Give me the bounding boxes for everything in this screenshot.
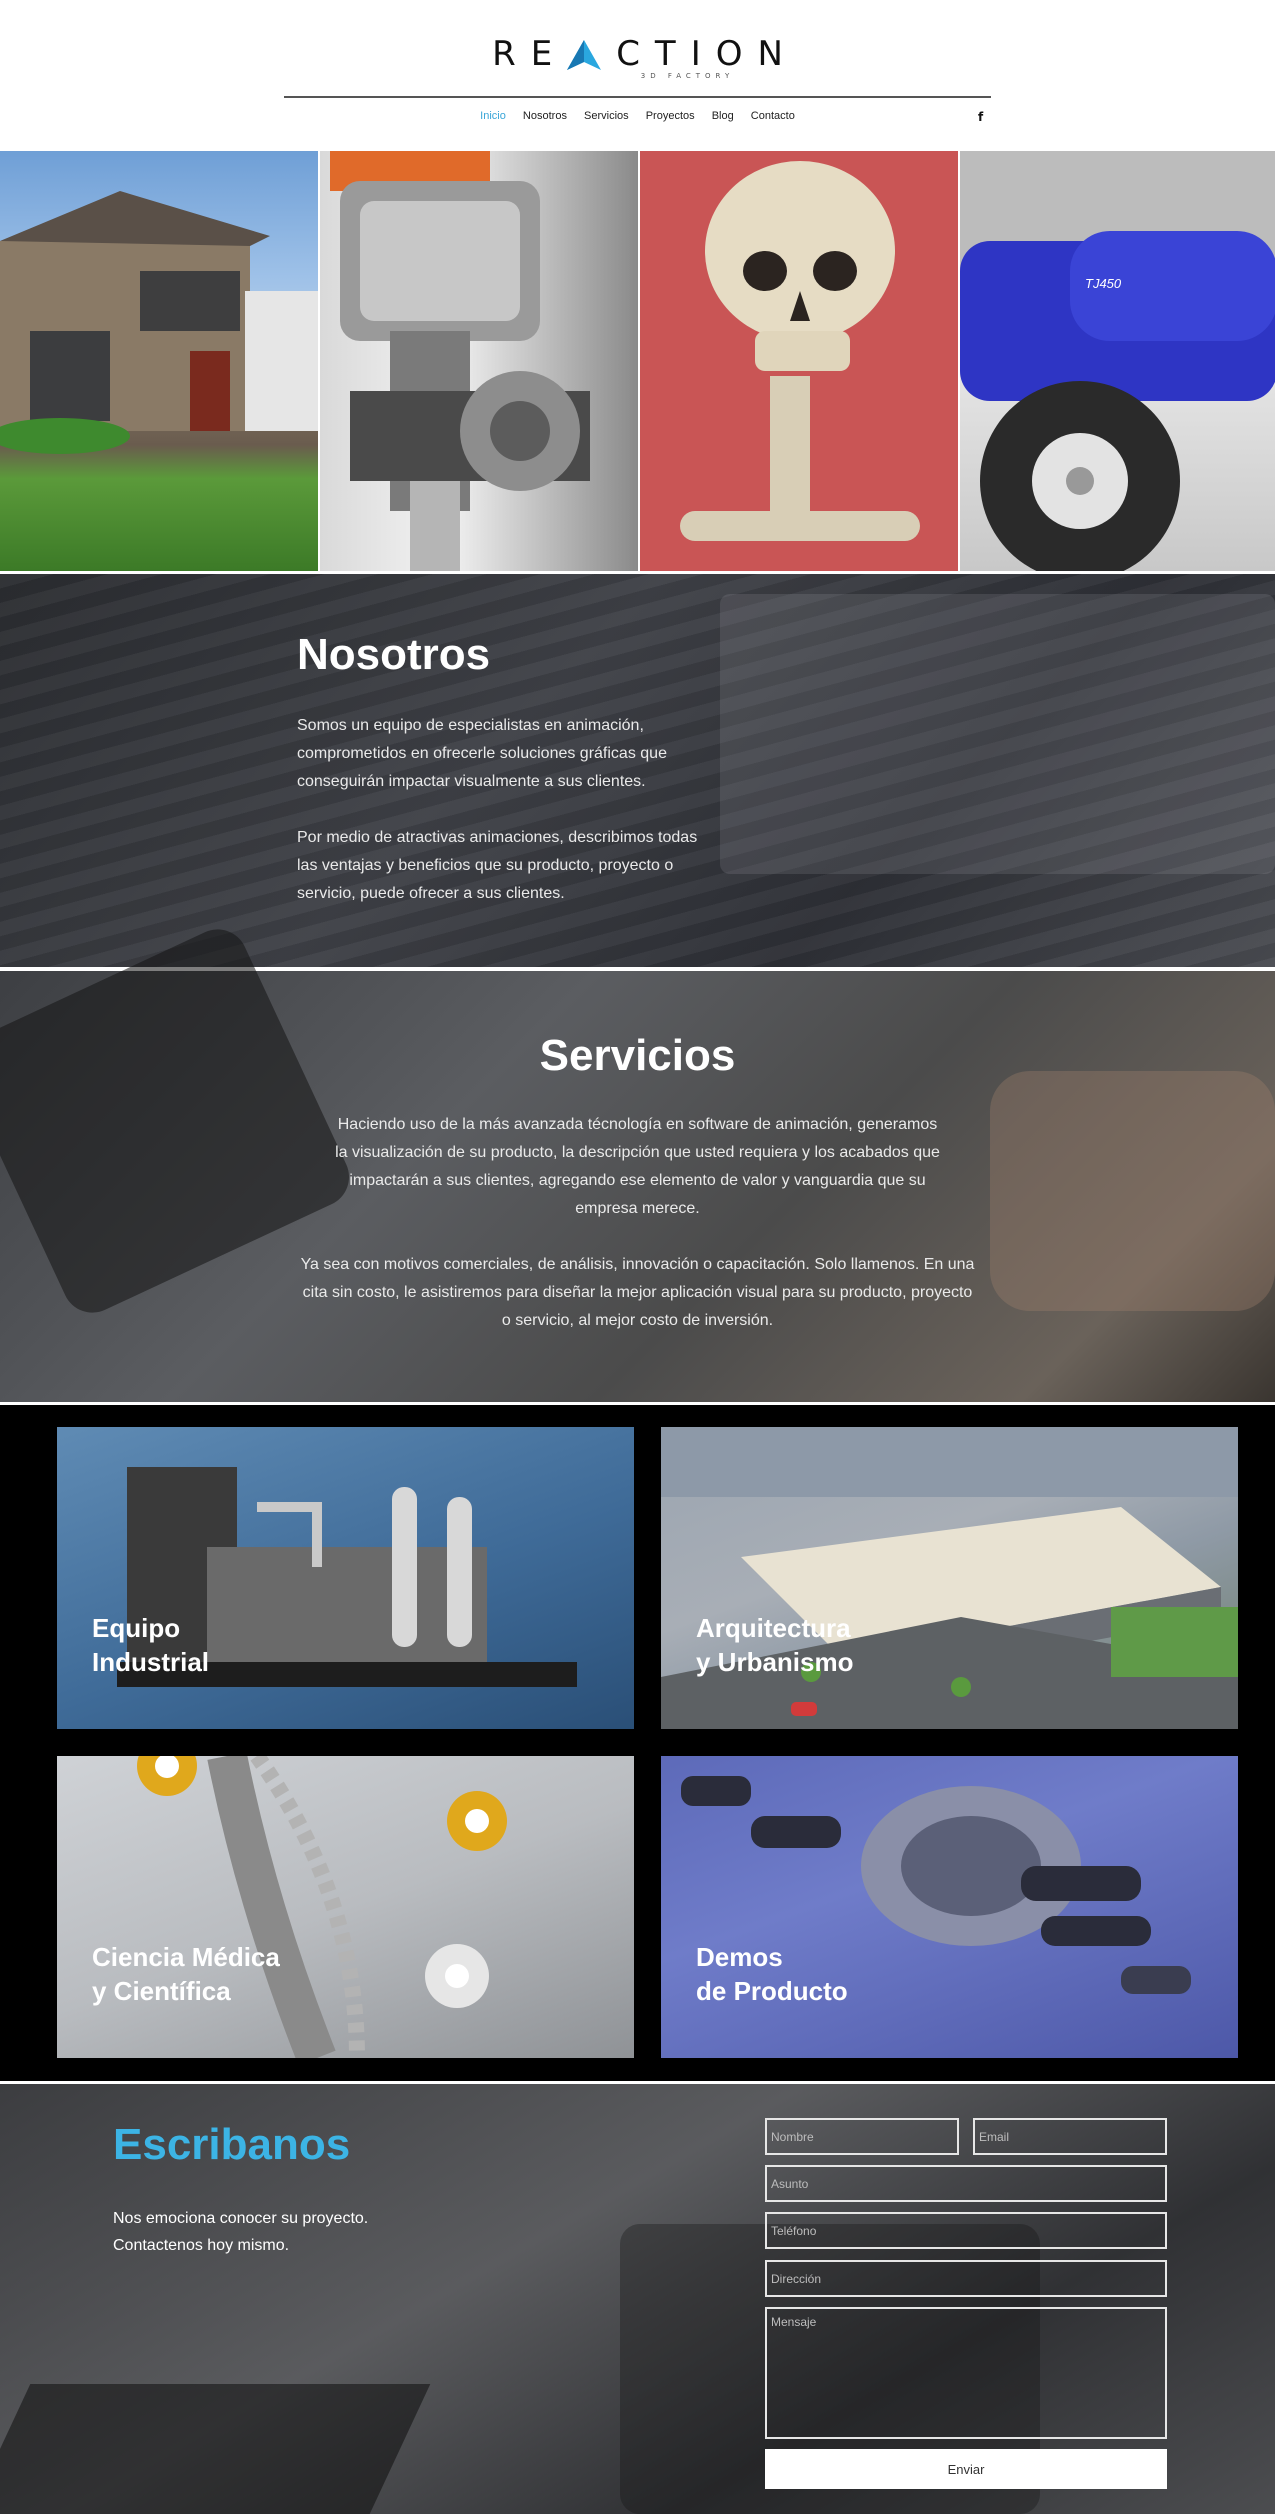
main-nav: Inicio Nosotros Servicios Proyectos Blog… (0, 110, 1275, 122)
nav-item-inicio[interactable]: Inicio (480, 110, 506, 122)
tile-label-line: de Producto (696, 1976, 848, 2006)
message-field[interactable] (765, 2307, 1167, 2439)
nav-item-servicios[interactable]: Servicios (584, 110, 629, 122)
phone-field[interactable] (765, 2212, 1167, 2249)
subject-field[interactable] (765, 2165, 1167, 2202)
tile-label: Arquitectura y Urbanismo (696, 1611, 854, 1679)
address-field[interactable] (765, 2260, 1167, 2297)
email-field[interactable] (973, 2118, 1167, 2155)
tile-arquitectura-urbanismo[interactable]: Arquitectura y Urbanismo (661, 1427, 1238, 1729)
nosotros-paragraph-1: Somos un equipo de especialistas en anim… (297, 717, 667, 790)
tractor-badge: TJ450 (1085, 276, 1122, 291)
tile-label-line: Demos (696, 1942, 783, 1972)
site-header: RE CTION 3D FACTORY Inicio Nosotros Serv… (0, 0, 1275, 150)
tile-label: Demos de Producto (696, 1940, 848, 2008)
tablet-background-shape (0, 2384, 431, 2514)
facebook-icon[interactable]: f (978, 110, 983, 124)
brand-name-right: CTION (616, 34, 798, 74)
nav-item-contacto[interactable]: Contacto (751, 110, 795, 122)
contact-subtitle-line: Nos emociona conocer su proyecto. (113, 2210, 369, 2227)
spine-skeleton-image (137, 1756, 507, 2058)
tile-label-line: Ciencia Médica (92, 1942, 280, 1972)
hero-house-image (0, 151, 318, 571)
servicios-paragraph-2: Ya sea con motivos comerciales, de análi… (300, 1256, 975, 1329)
contact-subtitle-line: Contactenos hoy mismo. (113, 2237, 290, 2254)
nav-item-proyectos[interactable]: Proyectos (646, 110, 695, 122)
hand-pen-shape (990, 1071, 1275, 1311)
servicios-title: Servicios (539, 1031, 736, 1080)
tile-label: Ciencia Médica y Científica (92, 1940, 280, 2008)
servicios-paragraph-1: Haciendo uso de la más avanzada técnolog… (335, 1116, 940, 1217)
brand-name-left: RE (492, 34, 568, 74)
nosotros-section: Nosotros Somos un equipo de especialista… (0, 574, 1275, 967)
tile-label-line: Arquitectura (696, 1613, 851, 1643)
tile-label-line: Industrial (92, 1647, 210, 1677)
tile-label-line: Equipo (92, 1613, 181, 1643)
hero-collage: TJ450 (0, 151, 1275, 571)
tile-label: Equipo Industrial (92, 1611, 209, 1679)
nosotros-paragraph-2: Por medio de atractivas animaciones, des… (297, 829, 698, 902)
contact-subtitle: Nos emociona conocer su proyecto. Contac… (113, 2205, 368, 2259)
urban-architecture-image (661, 1427, 1238, 1729)
product-demo-image (681, 1776, 1191, 1994)
hero-tractor-image: TJ450 (958, 151, 1275, 571)
servicios-section: Servicios Haciendo uso de la más avanzad… (0, 919, 1275, 1402)
contact-title: Escribanos (113, 2120, 351, 2169)
tile-label-line: y Científica (92, 1976, 231, 2006)
laptop-screen-shape (720, 594, 1275, 874)
tile-label-line: y Urbanismo (696, 1647, 854, 1677)
nav-item-nosotros[interactable]: Nosotros (523, 110, 567, 122)
hero-gear-image (318, 151, 638, 571)
brand-logo[interactable]: RE CTION 3D FACTORY (0, 34, 1275, 80)
logo-a-icon (567, 40, 602, 70)
tile-equipo-industrial[interactable]: Equipo Industrial (57, 1427, 634, 1729)
tile-demos-producto[interactable]: Demos de Producto (661, 1756, 1238, 2058)
tile-ciencia-medica[interactable]: Ciencia Médica y Científica (57, 1756, 634, 2058)
nosotros-title: Nosotros (297, 630, 491, 679)
send-button[interactable]: Enviar (765, 2449, 1167, 2489)
header-divider (284, 96, 991, 98)
hero-skull-image (638, 151, 958, 571)
nav-item-blog[interactable]: Blog (712, 110, 734, 122)
name-field[interactable] (765, 2118, 959, 2155)
industrial-equipment-image (117, 1467, 577, 1687)
